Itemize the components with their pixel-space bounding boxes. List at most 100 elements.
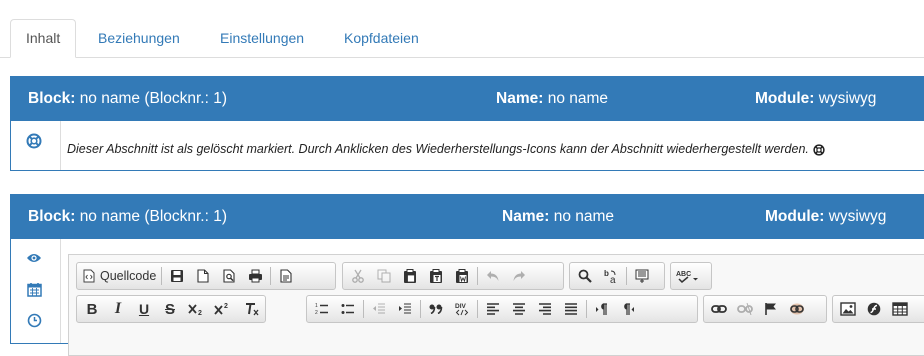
name-value: no name (553, 208, 615, 225)
svg-text:ABC: ABC (676, 271, 691, 278)
select-all-icon[interactable] (629, 264, 655, 288)
print-icon[interactable] (242, 264, 268, 288)
flash-icon[interactable] (861, 297, 887, 321)
block-info: Block: no name (Blocknr.: 1) (28, 195, 227, 239)
source-icon (82, 269, 96, 283)
redo-icon[interactable] (506, 264, 532, 288)
numbered-list-icon[interactable]: 12 (309, 297, 335, 321)
calendar-icon[interactable] (24, 279, 44, 299)
name-value: no name (547, 90, 609, 107)
templates-icon[interactable] (273, 264, 299, 288)
block-label: Block: (28, 90, 76, 107)
tab-bar-divider (0, 57, 924, 58)
module-label: Module: (765, 208, 825, 225)
deleted-block-panel: Block: no name (Blocknr.: 1) Name: no na… (10, 76, 924, 171)
clock-icon[interactable] (24, 310, 44, 330)
toolbar-spell-group: ABC (670, 262, 712, 290)
deleted-message-text: Dieser Abschnitt ist als gelöscht markie… (67, 142, 809, 156)
anchor-icon[interactable] (758, 297, 784, 321)
block-module: Module: wysiwyg (755, 77, 876, 121)
toolbar-clipboard-group (342, 262, 564, 290)
unlink-icon[interactable] (732, 297, 758, 321)
find-icon[interactable] (572, 264, 598, 288)
restore-lifebuoy-icon[interactable] (24, 131, 44, 151)
toolbar-separator (420, 300, 421, 318)
image-icon[interactable] (835, 297, 861, 321)
module-value: wysiwyg (818, 90, 877, 107)
ltr-icon[interactable] (589, 297, 615, 321)
block-name: Name: no name (502, 195, 614, 239)
restore-inline-icon[interactable] (813, 144, 825, 156)
toolbar-paragraph-group: 12 DIV (306, 295, 698, 323)
toolbar-separator (477, 267, 478, 285)
justify-icon[interactable] (558, 297, 584, 321)
rtl-icon[interactable] (615, 297, 641, 321)
svg-text:b: b (604, 269, 609, 278)
source-label: Quellcode (100, 269, 157, 283)
paste-word-icon[interactable] (449, 264, 475, 288)
source-button[interactable]: Quellcode (79, 264, 159, 288)
paste-icon[interactable] (397, 264, 423, 288)
name-label: Name: (496, 90, 544, 107)
blockquote-icon[interactable] (423, 297, 449, 321)
spellcheck-icon[interactable]: ABC (673, 264, 703, 288)
svg-text:2: 2 (315, 310, 318, 316)
toolbar-basic-styles-group: B I U S 2 2 (76, 295, 266, 323)
module-label: Module: (755, 90, 815, 107)
strike-icon[interactable]: S (157, 297, 183, 321)
italic-icon[interactable]: I (105, 297, 131, 321)
block-module: Module: wysiwyg (765, 195, 886, 239)
link-icon[interactable] (706, 297, 732, 321)
toolbar-links-group (703, 295, 827, 323)
block-sidebar (11, 239, 61, 343)
tab-kopfdateien[interactable]: Kopfdateien (329, 19, 434, 57)
tab-einstellungen[interactable]: Einstellungen (205, 19, 319, 57)
svg-text:1: 1 (315, 303, 318, 309)
svg-text:2: 2 (224, 303, 228, 310)
toolbar-separator (626, 267, 627, 285)
tab-inhalt[interactable]: Inhalt (10, 19, 77, 58)
bulleted-list-icon[interactable] (335, 297, 361, 321)
module-value: wysiwyg (828, 208, 887, 225)
copy-icon[interactable] (371, 264, 397, 288)
cut-icon[interactable] (345, 264, 371, 288)
svg-text:DIV: DIV (455, 303, 467, 310)
bold-icon[interactable]: B (79, 297, 105, 321)
editor-block-panel: Block: no name (Blocknr.: 1) Name: no na… (10, 194, 924, 356)
div-icon[interactable]: DIV (449, 297, 475, 321)
toolbar-separator (270, 267, 272, 285)
block-header: Block: no name (Blocknr.: 1) Name: no na… (11, 77, 924, 121)
droplet-link-icon[interactable] (784, 297, 810, 321)
toolbar-document-group: Quellcode (76, 262, 336, 290)
align-right-icon[interactable] (532, 297, 558, 321)
toolbar-find-group: ba (569, 262, 665, 290)
eye-icon[interactable] (24, 248, 44, 268)
indent-icon[interactable] (392, 297, 418, 321)
block-label: Block: (28, 208, 76, 225)
tab-beziehungen[interactable]: Beziehungen (83, 19, 195, 57)
name-label: Name: (502, 208, 550, 225)
new-page-icon[interactable] (190, 264, 216, 288)
preview-icon[interactable] (216, 264, 242, 288)
table-icon[interactable] (887, 297, 913, 321)
block-value: no name (Blocknr.: 1) (79, 90, 228, 107)
svg-text:a: a (610, 275, 616, 284)
remove-format-icon[interactable] (239, 297, 265, 321)
superscript-icon[interactable]: 2 (209, 297, 235, 321)
align-center-icon[interactable] (506, 297, 532, 321)
toolbar-insert-group (832, 295, 924, 323)
subscript-icon[interactable]: 2 (183, 297, 209, 321)
block-sidebar (11, 121, 61, 170)
block-info: Block: no name (Blocknr.: 1) (28, 77, 227, 121)
outdent-icon[interactable] (366, 297, 392, 321)
replace-icon[interactable]: ba (598, 264, 624, 288)
save-icon[interactable] (164, 264, 190, 288)
toolbar-separator (586, 300, 587, 318)
align-left-icon[interactable] (480, 297, 506, 321)
underline-icon[interactable]: U (131, 297, 157, 321)
undo-icon[interactable] (480, 264, 506, 288)
toolbar-separator (363, 300, 364, 318)
paste-text-icon[interactable] (423, 264, 449, 288)
block-name: Name: no name (496, 77, 608, 121)
toolbar-separator (161, 267, 163, 285)
